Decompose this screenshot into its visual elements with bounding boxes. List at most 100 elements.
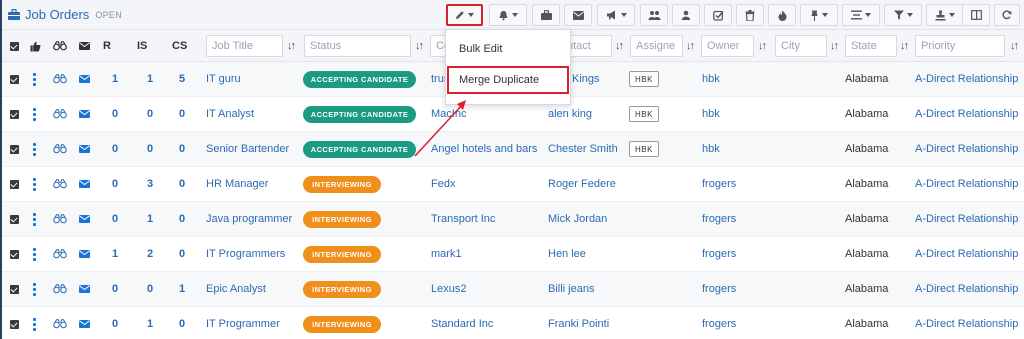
announce-button[interactable]: [597, 4, 635, 26]
r-count[interactable]: 0: [112, 272, 118, 306]
binoculars-icon[interactable]: [53, 272, 67, 306]
email-button[interactable]: [564, 4, 592, 26]
cs-count[interactable]: 0: [179, 307, 185, 339]
priority-link[interactable]: A-Direct Relationship: [915, 307, 1018, 339]
group-button[interactable]: [640, 4, 668, 26]
binoculars-icon[interactable]: [53, 307, 67, 339]
status-filter[interactable]: Status: [304, 35, 411, 57]
sort-icon[interactable]: ↓↑: [1010, 40, 1019, 52]
status-badge[interactable]: INTERVIEWING: [303, 245, 381, 263]
is-count[interactable]: 0: [147, 132, 153, 166]
table-row[interactable]: 0 3 0 HR Manager INTERVIEWING Fedx Roger…: [2, 167, 1024, 202]
contact-link[interactable]: Mick Jordan: [548, 202, 607, 236]
contact-link[interactable]: Roger Federe: [548, 167, 616, 201]
owner-link[interactable]: hbk: [702, 62, 720, 96]
status-badge[interactable]: INTERVIEWING: [303, 315, 381, 333]
row-actions-icon[interactable]: [33, 307, 36, 339]
binoculars-icon[interactable]: [53, 97, 67, 131]
envelope-icon[interactable]: [79, 97, 90, 131]
row-checkbox[interactable]: [10, 307, 19, 339]
row-checkbox[interactable]: [10, 132, 19, 166]
assignee-filter[interactable]: Assigne: [630, 35, 683, 57]
status-badge[interactable]: ACCEPTING CANDIDATE: [303, 70, 416, 88]
row-actions-icon[interactable]: [33, 237, 36, 271]
r-count[interactable]: 0: [112, 97, 118, 131]
priority-link[interactable]: A-Direct Relationship: [915, 202, 1018, 236]
row-actions-icon[interactable]: [33, 202, 36, 236]
sort-icon[interactable]: ↓↑: [758, 40, 767, 52]
priority-link[interactable]: A-Direct Relationship: [915, 272, 1018, 306]
priority-link[interactable]: A-Direct Relationship: [915, 62, 1018, 96]
binoculars-icon[interactable]: [53, 167, 67, 201]
page-title[interactable]: Job Orders: [25, 7, 89, 22]
r-count[interactable]: 0: [112, 132, 118, 166]
company-link[interactable]: Standard Inc: [431, 307, 493, 339]
hot-button[interactable]: [768, 4, 796, 26]
priority-filter[interactable]: Priority: [915, 35, 1005, 57]
row-checkbox[interactable]: [10, 272, 19, 306]
status-badge[interactable]: INTERVIEWING: [303, 175, 381, 193]
envelope-icon[interactable]: [79, 237, 90, 271]
sort-icon[interactable]: ↓↑: [287, 40, 296, 52]
binoculars-icon[interactable]: [53, 237, 67, 271]
row-checkbox[interactable]: [10, 237, 19, 271]
r-count[interactable]: 1: [112, 237, 118, 271]
contact-link[interactable]: Kings: [572, 62, 600, 96]
owner-filter[interactable]: Owner: [701, 35, 754, 57]
stamp-button[interactable]: [926, 4, 964, 26]
select-all-checkbox[interactable]: [10, 30, 19, 62]
edit-button[interactable]: [446, 4, 483, 26]
table-row[interactable]: 0 1 0 IT Programmer INTERVIEWING Standar…: [2, 307, 1024, 339]
owner-link[interactable]: frogers: [702, 167, 736, 201]
is-count[interactable]: 1: [147, 307, 153, 339]
company-link[interactable]: Lexus2: [431, 272, 466, 306]
jobs-button[interactable]: [532, 4, 560, 26]
binoculars-icon[interactable]: [53, 132, 67, 166]
is-count[interactable]: 1: [147, 62, 153, 96]
city-filter[interactable]: City: [775, 35, 827, 57]
status-badge[interactable]: ACCEPTING CANDIDATE: [303, 105, 416, 123]
filter-button[interactable]: [884, 4, 922, 26]
pin-button[interactable]: [800, 4, 838, 26]
envelope-icon[interactable]: [79, 167, 90, 201]
r-count[interactable]: 0: [112, 167, 118, 201]
binoculars-icon[interactable]: [53, 62, 67, 96]
company-filter[interactable]: Co: [430, 35, 446, 57]
priority-link[interactable]: A-Direct Relationship: [915, 167, 1018, 201]
contact-link[interactable]: Hen lee: [548, 237, 586, 271]
row-checkbox[interactable]: [10, 62, 19, 96]
status-badge[interactable]: ACCEPTING CANDIDATE: [303, 140, 416, 158]
col-cs[interactable]: CS: [172, 30, 187, 62]
cs-count[interactable]: 5: [179, 62, 185, 96]
row-checkbox[interactable]: [10, 167, 19, 201]
table-row[interactable]: 0 1 0 Java programmer INTERVIEWING Trans…: [2, 202, 1024, 237]
envelope-icon[interactable]: [79, 272, 90, 306]
row-actions-icon[interactable]: [33, 272, 36, 306]
is-count[interactable]: 0: [147, 97, 153, 131]
is-count[interactable]: 3: [147, 167, 153, 201]
table-row[interactable]: 0 0 1 Epic Analyst INTERVIEWING Lexus2 B…: [2, 272, 1024, 307]
sort-icon[interactable]: ↓↑: [830, 40, 839, 52]
priority-link[interactable]: A-Direct Relationship: [915, 132, 1018, 166]
status-badge[interactable]: INTERVIEWING: [303, 210, 381, 228]
is-count[interactable]: 2: [147, 237, 153, 271]
priority-link[interactable]: A-Direct Relationship: [915, 237, 1018, 271]
row-checkbox[interactable]: [10, 202, 19, 236]
refresh-button[interactable]: [994, 4, 1020, 26]
owner-link[interactable]: hbk: [702, 97, 720, 131]
sort-icon[interactable]: ↓↑: [686, 40, 695, 52]
contact-link[interactable]: Billi jeans: [548, 272, 594, 306]
row-checkbox[interactable]: [10, 97, 19, 131]
owner-link[interactable]: frogers: [702, 272, 736, 306]
table-row[interactable]: 1 2 0 IT Programmers INTERVIEWING mark1 …: [2, 237, 1024, 272]
row-actions-icon[interactable]: [33, 132, 36, 166]
approve-button[interactable]: [704, 4, 732, 26]
table-row[interactable]: 0 0 0 Senior Bartender ACCEPTING CANDIDA…: [2, 132, 1024, 167]
company-link[interactable]: mark1: [431, 237, 462, 271]
envelope-icon[interactable]: [79, 132, 90, 166]
r-count[interactable]: 0: [112, 202, 118, 236]
user-button[interactable]: [672, 4, 700, 26]
owner-link[interactable]: hbk: [702, 132, 720, 166]
alerts-button[interactable]: [489, 4, 527, 26]
row-actions-icon[interactable]: [33, 97, 36, 131]
